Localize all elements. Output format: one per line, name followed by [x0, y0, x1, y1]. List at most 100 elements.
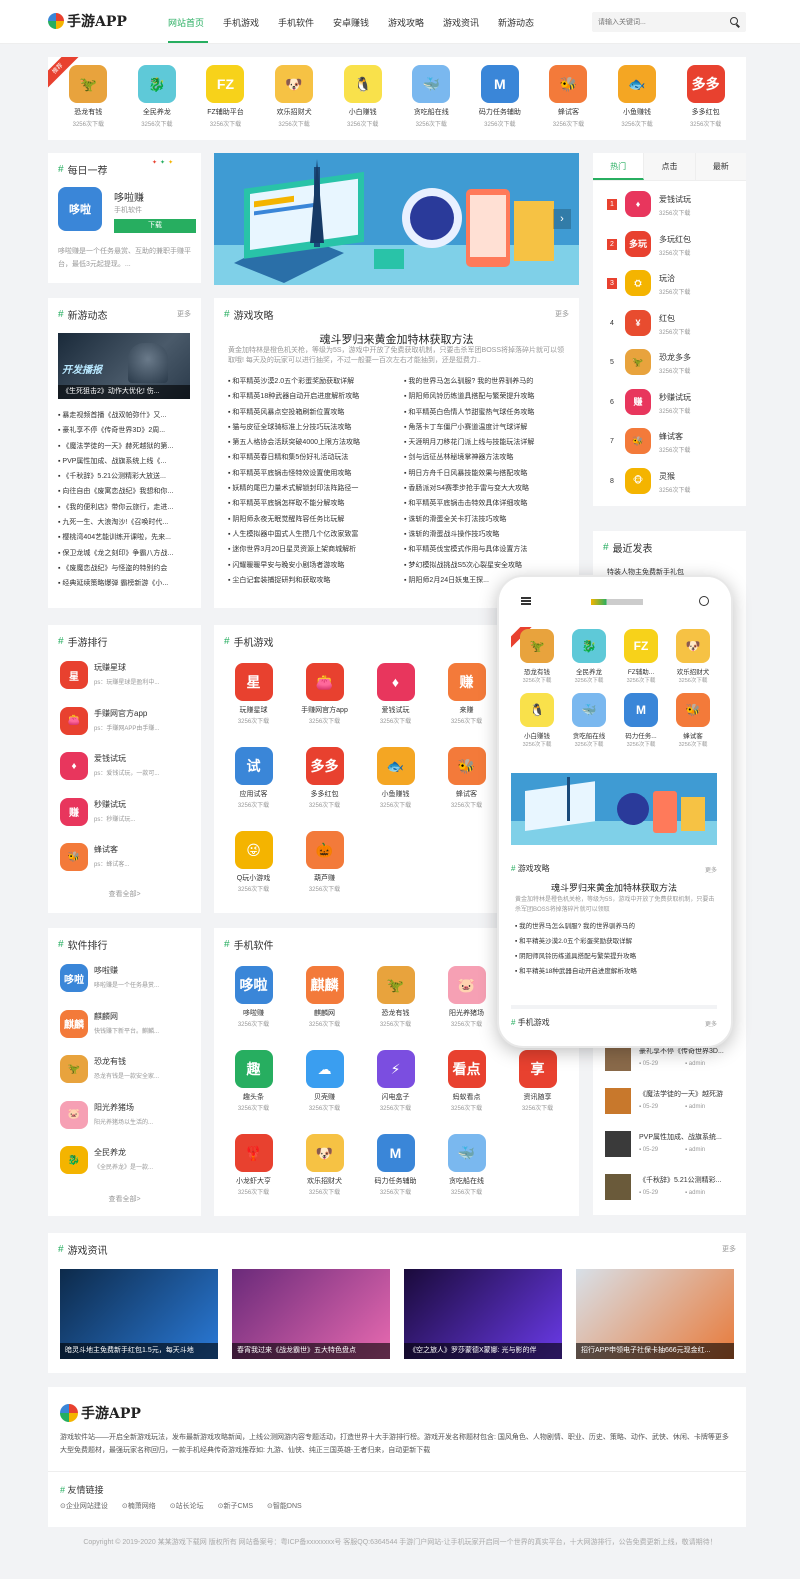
- guide-link[interactable]: ▪ 和平精英平底锅击怪特效设置使用攻略: [228, 466, 398, 481]
- news-dyn-item[interactable]: ▪ 暴走视频首播《战双帕弥什》又...: [58, 408, 192, 423]
- guide-link[interactable]: ▪ 和平精英风暴点空投箱刷新位置攻略: [228, 405, 398, 420]
- tab-clicks[interactable]: 点击: [644, 153, 696, 180]
- app-icon[interactable]: 🐝: [549, 65, 588, 103]
- rank-item[interactable]: 👛 手赚网官方app ps：手赚网APP由手赚...: [58, 705, 196, 751]
- hot-item[interactable]: 6 赚 秒赚试玩 3256次下载: [593, 387, 746, 427]
- news-dyn-item[interactable]: ▪ 《千秋辞》5.21公测精彩大放送...: [58, 469, 192, 484]
- grid-app-icon[interactable]: 多多: [305, 747, 344, 785]
- nav-game-guide[interactable]: 游戏攻略: [388, 16, 443, 29]
- hero-banner[interactable]: ›: [214, 153, 579, 285]
- hot-app-icon[interactable]: ⛭: [625, 270, 651, 296]
- guide-link[interactable]: ▪ 明日方舟千日风暴技能效果与搭配攻略: [404, 466, 574, 481]
- grid-app[interactable]: 多多 多多红包 3256次下载: [289, 747, 360, 831]
- phone-app-icon[interactable]: FZ: [624, 629, 658, 663]
- search-input[interactable]: [598, 15, 718, 29]
- daily-app-name[interactable]: 哆啦赚: [114, 189, 144, 204]
- news-dyn-item[interactable]: ▪ 《魔法学徒的一天》赫死越狱的第...: [58, 439, 192, 454]
- rank-item[interactable]: ♦ 爱钱试玩 ps：爱钱试玩，一款可...: [58, 750, 196, 796]
- guide-link[interactable]: ▪ 和平精英平底锅击击特效具体详细攻略: [404, 496, 574, 511]
- grid-app-icon[interactable]: ☁: [305, 1050, 344, 1088]
- news-card[interactable]: 招行APP申领电子社保卡抽666元现金红...: [576, 1269, 734, 1359]
- hot-app-icon[interactable]: 🐵: [625, 467, 651, 494]
- app-icon[interactable]: 🐟: [618, 65, 657, 103]
- grid-app[interactable]: 看点 蚂蚁看点 3256次下载: [431, 1050, 502, 1134]
- grid-app-icon[interactable]: 🐟: [376, 747, 415, 785]
- recent-item[interactable]: 《魔法学徒的一天》越死游 ▪ 05-29 ▪ admin: [603, 1084, 741, 1127]
- guide-link[interactable]: ▪ 尘白记套装捕捉研判和获取攻略: [228, 573, 398, 588]
- grid-app-icon[interactable]: 趣: [234, 1050, 273, 1088]
- grid-app[interactable]: 麒麟 麒麟网 3256次下载: [289, 966, 360, 1050]
- grid-app-icon[interactable]: 🐷: [447, 966, 486, 1004]
- guide-link[interactable]: ▪ 和平精英白色情人节甜蜜热气球任务攻略: [404, 405, 574, 420]
- nav-android-earn[interactable]: 安卓赚钱: [333, 16, 388, 29]
- hot-app-icon[interactable]: 多玩: [625, 230, 651, 257]
- hot-item[interactable]: 5 🦖 恐龙多多 3256次下载: [593, 347, 746, 387]
- hot-app-icon[interactable]: ♦: [625, 191, 651, 217]
- phone-app-icon[interactable]: 🦖: [520, 629, 554, 663]
- friend-link[interactable]: ⊙楠萧网络: [122, 1501, 156, 1511]
- guide-link[interactable]: ▪ 诛斩的滑蛋全关卡打法技巧攻略: [404, 512, 574, 527]
- grid-app[interactable]: 👛 手赚网官方app 3256次下载: [289, 663, 360, 747]
- recommend-app[interactable]: M 码力任务辅助 3256次下载: [466, 65, 535, 128]
- grid-app[interactable]: ♦ 爱钱试玩 3256次下载: [360, 663, 431, 747]
- grid-app-icon[interactable]: 哆啦: [234, 966, 273, 1004]
- grid-app-icon[interactable]: 🐳: [447, 1134, 486, 1172]
- grid-app[interactable]: 🦞 小龙虾大亨 3256次下载: [218, 1134, 289, 1218]
- grid-app[interactable]: 🐷 阳光养猪场 3256次下载: [431, 966, 502, 1050]
- grid-app[interactable]: 🐟 小鱼赚钱 3256次下载: [360, 747, 431, 831]
- guide-link[interactable]: ▪ 诛斩的滑蛋战斗操作技巧攻略: [404, 527, 574, 542]
- rank-app-icon[interactable]: 🐝: [60, 843, 88, 871]
- guide-link[interactable]: ▪ 和平精英18种武器自动开启进度解析攻略: [228, 389, 398, 404]
- recent-item[interactable]: PVP属性加成、战旗系统... ▪ 05-29 ▪ admin: [603, 1127, 741, 1170]
- guide-link[interactable]: ▪ 天涯明月刀移花门派上线与技能玩法详解: [404, 435, 574, 450]
- grid-app[interactable]: ⚡ 闪电盒子 3256次下载: [360, 1050, 431, 1134]
- news-dyn-item[interactable]: ▪ 《废魔恋战纪》与怪盗的特别约会: [58, 561, 192, 576]
- rank-app-icon[interactable]: 麒麟: [60, 1009, 88, 1038]
- news-card[interactable]: 春宵我过来《战龙霸世》五大特色盘点: [232, 1269, 390, 1359]
- rank-app-icon[interactable]: 🦖: [60, 1055, 88, 1083]
- game-news-more[interactable]: 更多: [722, 1244, 736, 1254]
- recommend-app[interactable]: 🐉 全民养龙 3256次下载: [123, 65, 192, 128]
- grid-app-icon[interactable]: 🐝: [447, 747, 486, 785]
- recommend-app[interactable]: 🐟 小鱼赚钱 3256次下载: [603, 65, 672, 128]
- phone-section2-more[interactable]: 更多: [705, 1019, 717, 1028]
- phone-guide-more[interactable]: 更多: [705, 865, 717, 874]
- app-icon[interactable]: 多多: [686, 65, 725, 103]
- guide-link[interactable]: ▪ 人生模拟器中国式人生攒几个亿改家致富: [228, 527, 398, 542]
- hot-item[interactable]: 1 ♦ 爱钱试玩 3256次下载: [593, 189, 746, 229]
- phone-app[interactable]: M 码力任务... 3256次下载: [615, 691, 667, 755]
- banner-next-arrow[interactable]: ›: [553, 209, 571, 229]
- news-card[interactable]: 暗灵斗地主免费新手红包1.5元，每天斗地: [60, 1269, 218, 1359]
- grid-app[interactable]: 哆啦 哆啦赚 3256次下载: [218, 966, 289, 1050]
- grid-app[interactable]: 🦖 恐龙有钱 3256次下载: [360, 966, 431, 1050]
- rank-item[interactable]: 麒麟 麒麟网 快钱赚下新平台。麒麟...: [58, 1008, 196, 1054]
- nav-home[interactable]: 网站首页: [168, 16, 223, 29]
- site-logo[interactable]: 手游APP: [48, 11, 127, 31]
- guide-link[interactable]: ▪ 梦幻模拟战挑战S5次心裂星安全攻略: [404, 558, 574, 573]
- news-dyn-item[interactable]: ▪ 樱桃湾404艺能训练开课啦，先来...: [58, 530, 192, 545]
- hot-app-icon[interactable]: ¥: [625, 309, 651, 336]
- guide-link[interactable]: ▪ 和平精英沙漠2.0五个彩蛋奖励获取详解: [228, 374, 398, 389]
- app-icon[interactable]: 🐉: [137, 65, 176, 103]
- grid-app-icon[interactable]: M: [376, 1134, 415, 1172]
- nav-game-news[interactable]: 游戏资讯: [443, 16, 498, 29]
- recommend-app[interactable]: 多多 多多红包 3256次下载: [671, 65, 740, 128]
- grid-app-icon[interactable]: 星: [234, 663, 273, 701]
- phone-guide-link[interactable]: ▪ 阴阳师风铃历练道具搭配与繁荣提升攻略: [515, 949, 715, 964]
- grid-app[interactable]: 试应用试客 3256次下载: [218, 747, 289, 831]
- phone-app-icon[interactable]: 🐝: [676, 693, 710, 727]
- guide-link[interactable]: ▪ 第五人格协会活跃突破4000上限方法攻略: [228, 435, 398, 450]
- guide-more-link[interactable]: 更多: [555, 309, 569, 319]
- news-dyn-item[interactable]: ▪ 豪礼享不停《传奇世界3D》2周...: [58, 423, 192, 438]
- friend-link[interactable]: ⊙智能DNS: [267, 1501, 302, 1511]
- guide-headline[interactable]: 魂斗罗归来黄金加特林获取方法: [214, 331, 579, 347]
- grid-app-icon[interactable]: ⚡: [376, 1050, 415, 1088]
- phone-app[interactable]: 🐶 欢乐招财犬 3256次下载: [667, 627, 719, 691]
- grid-app[interactable]: 🐶 欢乐招财犬 3256次下载: [289, 1134, 360, 1218]
- rank-app-icon[interactable]: ♦: [60, 752, 88, 780]
- news-dyn-more-link[interactable]: 更多: [177, 309, 191, 319]
- hot-item[interactable]: 4 ¥ 红包 3256次下载: [593, 308, 746, 348]
- grid-app[interactable]: 🎃 葫芦赚 3256次下载: [289, 831, 360, 915]
- nav-new-games[interactable]: 新游动态: [498, 16, 553, 29]
- grid-app[interactable]: 🐝 蜂试客 3256次下载: [431, 747, 502, 831]
